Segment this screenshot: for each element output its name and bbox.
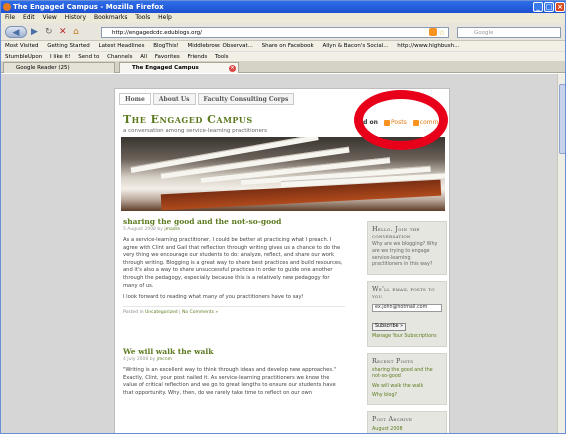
nav-faculty-consulting[interactable]: Faculty Consulting Corps <box>197 93 295 105</box>
post-body: As a service-learning practitioner, I co… <box>123 237 343 301</box>
toolbar-item[interactable]: Favorites <box>155 54 180 60</box>
recent-posts-box: Recent Posts sharing the good and the no… <box>367 352 447 406</box>
post-sharing-good: sharing the good and the not-so-good 5 A… <box>123 217 345 315</box>
bookmarks-bar: Most Visited Getting Started Latest Head… <box>1 41 565 51</box>
minimize-button[interactable]: _ <box>533 2 543 12</box>
forward-icon[interactable]: ▶ <box>31 26 38 38</box>
tab-google-reader[interactable]: Google Reader (25) <box>3 62 115 73</box>
search-input[interactable]: Google <box>457 27 561 38</box>
home-icon[interactable]: ⌂ <box>73 26 79 38</box>
recent-post-link[interactable]: We will walk the walk <box>372 384 442 390</box>
category-link[interactable]: Uncategorized <box>145 310 178 315</box>
tab-bar: Google Reader (25) The Engaged Campus × <box>1 61 565 73</box>
email-heading: We'll email posts to you <box>372 284 435 300</box>
toolbar-item[interactable]: Channels <box>107 54 132 60</box>
menu-bar: File Edit View History Bookmarks Tools H… <box>1 13 565 23</box>
close-tab-icon[interactable]: × <box>229 65 236 72</box>
menu-file[interactable]: File <box>5 14 15 21</box>
post-author[interactable]: jmadre <box>164 227 180 232</box>
email-field[interactable]: ex.john@hotmail.com <box>372 304 442 313</box>
bookmark-item[interactable]: http://www.highbush... <box>397 43 459 49</box>
recent-post-link[interactable]: Why blog? <box>372 393 442 399</box>
browser-window: The Engaged Campus - Mozilla Firefox _ □… <box>0 0 566 434</box>
recent-heading: Recent Posts <box>372 356 414 365</box>
menu-bookmarks[interactable]: Bookmarks <box>94 14 128 21</box>
red-annotation-circle <box>354 90 448 150</box>
blog-title[interactable]: The Engaged Campus <box>123 113 253 126</box>
join-box: Hello. Join the conversation Why are we … <box>367 221 447 275</box>
blog-nav: Home About Us Faculty Consulting Corps <box>119 93 295 105</box>
toolbar-item[interactable]: I like it! <box>50 54 70 60</box>
maximize-button[interactable]: □ <box>544 2 554 12</box>
bookmark-item[interactable]: Most Visited <box>5 43 38 49</box>
reload-icon[interactable]: ↻ <box>45 26 53 38</box>
bookmark-item[interactable]: BlogThis! <box>153 43 179 49</box>
toolbar-item[interactable]: All <box>140 54 147 60</box>
rss-feed-icon[interactable] <box>429 28 437 36</box>
window-title: The Engaged Campus - Mozilla Firefox <box>13 3 164 11</box>
window-controls: _ □ × <box>533 2 565 12</box>
email-box: We'll email posts to you ex.john@hotmail… <box>367 280 447 347</box>
subscribe-button[interactable]: Subscribe » <box>372 323 407 332</box>
menu-history[interactable]: History <box>65 14 86 21</box>
recent-post-link[interactable]: sharing the good and the not-so-good <box>372 368 442 381</box>
manage-subscriptions-link[interactable]: Manage Your Subscriptions <box>372 334 442 340</box>
archive-link[interactable]: August 2008 <box>372 427 442 433</box>
post-author[interactable]: jmcnm <box>157 357 172 362</box>
toolbar-item[interactable]: StumbleUpon <box>5 54 42 60</box>
title-bar: The Engaged Campus - Mozilla Firefox _ □… <box>1 1 565 13</box>
nav-home[interactable]: Home <box>119 93 151 105</box>
menu-view[interactable]: View <box>43 14 57 21</box>
tab-engaged-campus[interactable]: The Engaged Campus × <box>119 62 239 73</box>
bookmark-item[interactable]: Allyn & Bacon's Social... <box>322 43 388 49</box>
menu-edit[interactable]: Edit <box>23 14 35 21</box>
url-text: http://engagedcdc.edublogs.org/ <box>112 30 202 36</box>
bookmark-star-icon[interactable]: ☆ <box>439 28 445 38</box>
join-heading: Hello. Join the conversation <box>372 225 420 241</box>
bookmark-item[interactable]: Latest Headlines <box>99 43 145 49</box>
join-text: Why are we blogging? Why are we trying t… <box>372 242 438 268</box>
scrollbar-thumb[interactable] <box>559 84 565 154</box>
page-viewport: Home About Us Faculty Consulting Corps T… <box>1 74 557 433</box>
navigation-toolbar: ◀ ▶ ↻ ✕ ⌂ http://engagedcdc.edublogs.org… <box>1 23 565 41</box>
toolbar-item[interactable]: Friends <box>187 54 207 60</box>
archive-heading: Post Archive <box>372 415 413 424</box>
bookmark-item[interactable]: Getting Started <box>47 43 90 49</box>
vertical-scrollbar[interactable] <box>557 74 565 433</box>
archive-box: Post Archive August 2008 <box>367 411 447 433</box>
sidebar: Hello. Join the conversation Why are we … <box>367 221 447 433</box>
post-date: 4 July 2008 by jmcnm <box>123 357 172 362</box>
post-body: "Writing is an excellent way to think th… <box>123 367 337 396</box>
firefox-icon <box>3 3 11 11</box>
post-walk-the-walk: We will walk the walk 4 July 2008 by jmc… <box>123 347 345 401</box>
nav-about[interactable]: About Us <box>152 93 196 105</box>
menu-tools[interactable]: Tools <box>135 14 150 21</box>
stumbleupon-toolbar: StumbleUpon I like it! Send to Channels … <box>1 51 565 61</box>
back-button[interactable]: ◀ <box>5 26 27 38</box>
toolbar-item[interactable]: Tools <box>215 54 229 60</box>
menu-help[interactable]: Help <box>158 14 172 21</box>
stop-icon[interactable]: ✕ <box>59 26 67 38</box>
blog-tagline: a conversation among service-learning pr… <box>123 128 267 134</box>
bookmark-item[interactable]: Share on Facebook <box>262 43 314 49</box>
bookmark-item[interactable]: Middlebrow: Observat... <box>188 43 253 49</box>
post-date: 5 August 2008 by jmadre <box>123 227 181 232</box>
close-button[interactable]: × <box>555 2 565 12</box>
post-meta: Posted in Uncategorized | No Comments » <box>123 305 345 315</box>
post-title[interactable]: We will walk the walk <box>123 347 345 356</box>
post-title[interactable]: sharing the good and the not-so-good <box>123 217 345 226</box>
comments-link[interactable]: No Comments » <box>182 310 218 315</box>
toolbar-item[interactable]: Send to <box>78 54 99 60</box>
url-bar[interactable]: http://engagedcdc.edublogs.org/ ☆ <box>101 27 449 38</box>
